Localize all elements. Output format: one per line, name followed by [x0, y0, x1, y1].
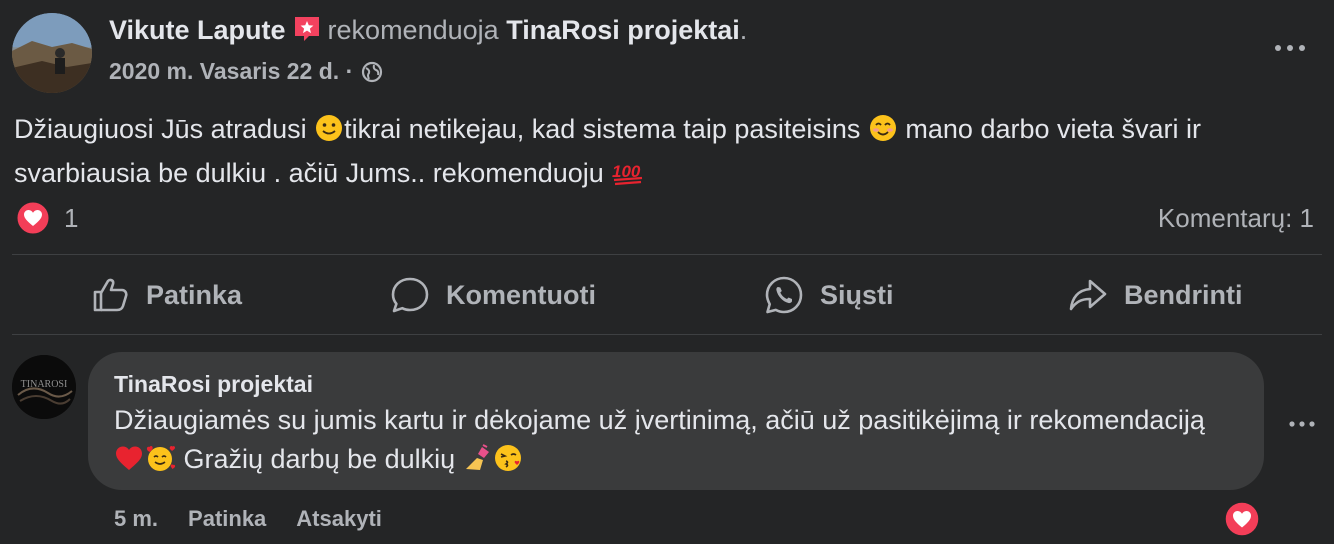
recommended-page-link[interactable]: TinaRosi projektai [506, 15, 740, 45]
post-text-part: Džiaugiuosi Jūs atradusi [14, 114, 315, 144]
nail-polish-emoji-icon [463, 443, 493, 484]
whatsapp-icon [765, 276, 803, 314]
more-icon[interactable] [1282, 404, 1322, 444]
comment-like-button[interactable]: Patinka [188, 506, 266, 531]
comment-author[interactable]: TinaRosi projektai [114, 371, 313, 398]
share-button[interactable]: Bendrinti [1068, 270, 1243, 320]
post-text: Džiaugiuosi Jūs atradusi tikrai netikeja… [14, 110, 1314, 198]
author-avatar[interactable] [12, 13, 92, 93]
comment-time[interactable]: 5 m. [114, 506, 158, 531]
comment-text-part: Gražių darbų be dulkių [176, 444, 463, 474]
hundred-points-emoji-icon: 100 [611, 157, 645, 198]
share-icon [1069, 279, 1107, 311]
heart-icon[interactable] [1224, 501, 1260, 537]
more-icon[interactable] [1270, 26, 1310, 66]
smiling-face-with-hearts-emoji-icon [144, 443, 176, 484]
send-button[interactable]: Siųsti [764, 270, 894, 320]
post-meta: 2020 m. Vasaris 22 d. · [109, 58, 383, 85]
recommends-verb: rekomenduoja [327, 15, 499, 45]
comment-button[interactable]: Komentuoti [390, 270, 596, 320]
post-text-part: tikrai netikejau, kad sistema taip pasit… [344, 114, 868, 144]
comment-reply-button[interactable]: Atsakyti [296, 506, 382, 531]
blushing-smile-emoji-icon [868, 113, 898, 154]
comment-actions: 5 m. Patinka Atsakyti [114, 506, 412, 532]
meta-separator: · [345, 58, 354, 84]
comment-count[interactable]: Komentarų: 1 [1158, 203, 1314, 234]
divider [12, 334, 1322, 335]
commenter-avatar[interactable]: TINAROSI [12, 355, 76, 419]
face-blowing-kiss-emoji-icon [493, 443, 523, 484]
comment-text: Džiaugiamės su jumis kartu ir dėkojame u… [114, 401, 1234, 484]
heart-icon[interactable] [16, 201, 50, 235]
comment-icon [391, 277, 429, 313]
star-badge-icon [292, 14, 322, 44]
thumbs-up-icon [93, 278, 128, 312]
globe-icon [361, 61, 383, 83]
comment-text-part: Džiaugiamės su jumis kartu ir dėkojame u… [114, 405, 1205, 435]
send-label: Siųsti [820, 279, 894, 310]
logo-text: TINAROSI [21, 379, 68, 390]
comment-label: Komentuoti [446, 279, 596, 310]
post-header-line: Vikute Lapute rekomenduoja TinaRosi proje… [109, 14, 747, 46]
red-heart-emoji-icon [114, 443, 144, 484]
share-label: Bendrinti [1124, 279, 1243, 310]
divider [12, 254, 1322, 255]
like-label: Patinka [146, 279, 243, 310]
author-name[interactable]: Vikute Lapute [109, 15, 286, 45]
like-button[interactable]: Patinka [90, 270, 242, 320]
period: . [739, 15, 748, 45]
post-date[interactable]: 2020 m. Vasaris 22 d. [109, 58, 339, 84]
reaction-count[interactable]: 1 [64, 203, 78, 234]
slightly-smiling-emoji-icon [314, 113, 344, 154]
